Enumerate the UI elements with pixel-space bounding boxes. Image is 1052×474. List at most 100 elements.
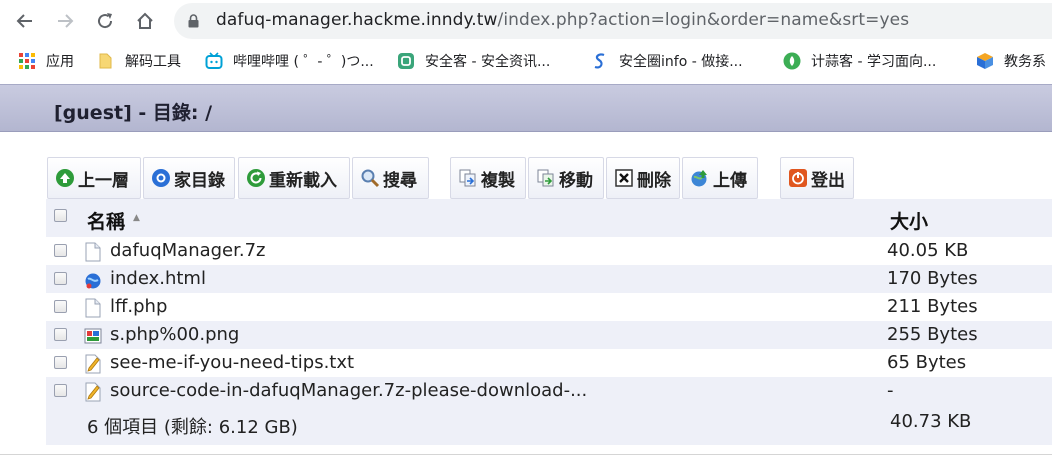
select-all-checkbox[interactable] (54, 209, 67, 222)
bookmark-label: 计蒜客 - 学习面向... (811, 54, 937, 70)
item-count-summary: 6 個項目 (剩餘: 6.12 GB) (87, 417, 298, 438)
file-icon (85, 298, 101, 318)
button-label: 登出 (811, 170, 845, 191)
image-file-icon (84, 328, 102, 344)
file-table: 名稱 ▲ 大小 dafuqManager.7z 40.05 KB index.h… (46, 199, 1052, 445)
row-checkbox[interactable] (54, 300, 67, 313)
copy-icon (458, 168, 478, 188)
cube-icon (976, 52, 994, 70)
button-label: 移動 (559, 170, 593, 191)
button-label: 上傳 (713, 170, 747, 191)
file-name-link[interactable]: lff.php (110, 296, 167, 317)
page-divider (0, 454, 1052, 455)
home-button[interactable] (130, 6, 160, 36)
bookmark-bilibili[interactable]: 哔哩哔哩 ( ゜- ゜)つ... (205, 51, 374, 71)
html-file-icon (85, 273, 101, 289)
file-size: 255 Bytes (887, 324, 978, 345)
table-row: see-me-if-you-need-tips.txt 65 Bytes (46, 349, 1052, 377)
url-text: dafuq-manager.hackme.inndy.tw/index.php?… (216, 10, 909, 30)
table-row: s.php%00.png 255 Bytes (46, 321, 1052, 349)
jisuanke-icon (783, 52, 801, 70)
upload-button[interactable]: 上傳 (682, 157, 758, 199)
arrow-right-icon (58, 14, 74, 28)
bookmark-apps[interactable]: 应用 (18, 51, 74, 71)
button-label: 上一層 (78, 170, 129, 191)
bookmark-jiaowu[interactable]: 教务系 (976, 51, 1046, 71)
row-checkbox[interactable] (54, 384, 67, 397)
table-row: index.html 170 Bytes (46, 265, 1052, 293)
button-label: 重新載入 (269, 170, 337, 191)
refresh-icon (246, 168, 266, 188)
file-name-link[interactable]: index.html (110, 268, 206, 289)
button-label: 刪除 (637, 170, 671, 191)
row-checkbox[interactable] (54, 244, 67, 257)
apps-grid-icon (18, 52, 36, 70)
table-row: source-code-in-dafuqManager.7z-please-do… (46, 377, 1052, 405)
text-file-icon (85, 382, 101, 402)
delete-button[interactable]: 刪除 (606, 157, 680, 199)
page-title: [guest] - 目錄: / (54, 102, 213, 124)
lock-icon (188, 14, 199, 28)
file-size: 40.05 KB (887, 240, 969, 261)
arrow-left-icon (16, 14, 32, 28)
reload-icon (98, 13, 113, 29)
anquanquan-icon (591, 52, 609, 70)
bookmark-label: 教务系 (1004, 54, 1046, 70)
file-toolbar: 上一層 家目錄 重新載入 搜尋 複製 移動 刪除 上傳 登出 (47, 157, 1052, 199)
search-button[interactable]: 搜尋 (352, 157, 429, 199)
bookmark-label: 应用 (46, 54, 74, 70)
bookmark-anquanke[interactable]: 安全客 - 安全资讯... (397, 51, 550, 71)
button-label: 家目錄 (174, 170, 225, 191)
address-bar[interactable]: dafuq-manager.hackme.inndy.tw/index.php?… (174, 3, 1052, 39)
file-manager-header: [guest] - 目錄: / (0, 84, 1052, 132)
copy-button[interactable]: 複製 (450, 157, 526, 199)
file-size: 170 Bytes (887, 268, 978, 289)
sort-ascending-icon[interactable]: ▲ (133, 213, 140, 223)
forward-button[interactable] (50, 6, 80, 36)
row-checkbox[interactable] (54, 356, 67, 369)
table-summary-row: 6 個項目 (剩餘: 6.12 GB) 40.73 KB (46, 405, 1052, 445)
bookmark-anquanquan[interactable]: 安全圈info - 做接... (591, 51, 743, 71)
bookmark-decode-tools[interactable]: 解码工具 (97, 51, 181, 71)
file-size: - (887, 380, 894, 401)
up-directory-button[interactable]: 上一層 (47, 157, 141, 199)
column-header-name[interactable]: 名稱 (87, 207, 125, 234)
table-row: lff.php 211 Bytes (46, 293, 1052, 321)
file-size: 211 Bytes (887, 296, 978, 317)
table-row: dafuqManager.7z 40.05 KB (46, 237, 1052, 265)
upload-globe-icon (690, 168, 710, 188)
browser-navbar: dafuq-manager.hackme.inndy.tw/index.php?… (0, 0, 1052, 42)
column-header-size[interactable]: 大小 (890, 207, 928, 234)
bookmark-jisuanke[interactable]: 计蒜客 - 学习面向... (783, 51, 936, 71)
url-host: dafuq-manager.hackme.inndy.tw (216, 10, 498, 30)
file-name-link[interactable]: s.php%00.png (110, 324, 239, 345)
file-icon (85, 242, 101, 262)
power-icon (788, 168, 808, 188)
bookmarks-bar: 应用 解码工具 哔哩哔哩 ( ゜- ゜)つ... 安全客 - 安全资讯... 安… (0, 42, 1052, 80)
row-checkbox[interactable] (54, 272, 67, 285)
back-button[interactable] (10, 6, 40, 36)
file-name-link[interactable]: dafuqManager.7z (110, 240, 266, 261)
table-header-row: 名稱 ▲ 大小 (46, 199, 1052, 237)
move-button[interactable]: 移動 (528, 157, 604, 199)
delete-x-icon (614, 168, 634, 188)
reload-list-button[interactable]: 重新載入 (238, 157, 350, 199)
file-name-link[interactable]: source-code-in-dafuqManager.7z-please-do… (110, 380, 587, 401)
button-label: 複製 (481, 170, 515, 191)
bilibili-icon (205, 52, 223, 70)
logout-button[interactable]: 登出 (780, 157, 854, 199)
bookmark-label: 安全客 - 安全资讯... (425, 54, 551, 70)
file-name-link[interactable]: see-me-if-you-need-tips.txt (110, 352, 354, 373)
anquanke-icon (397, 52, 415, 70)
magnifier-icon (360, 168, 380, 188)
file-size: 65 Bytes (887, 352, 967, 373)
move-icon (536, 168, 556, 188)
home-dir-icon (151, 168, 171, 188)
text-file-icon (85, 354, 101, 374)
reload-button[interactable] (90, 6, 120, 36)
row-checkbox[interactable] (54, 328, 67, 341)
bookmark-label: 安全圈info - 做接... (619, 54, 743, 70)
url-path: /index.php?action=login&order=name&srt=y… (497, 10, 910, 30)
home-directory-button[interactable]: 家目錄 (143, 157, 235, 199)
up-arrow-icon (55, 168, 75, 188)
